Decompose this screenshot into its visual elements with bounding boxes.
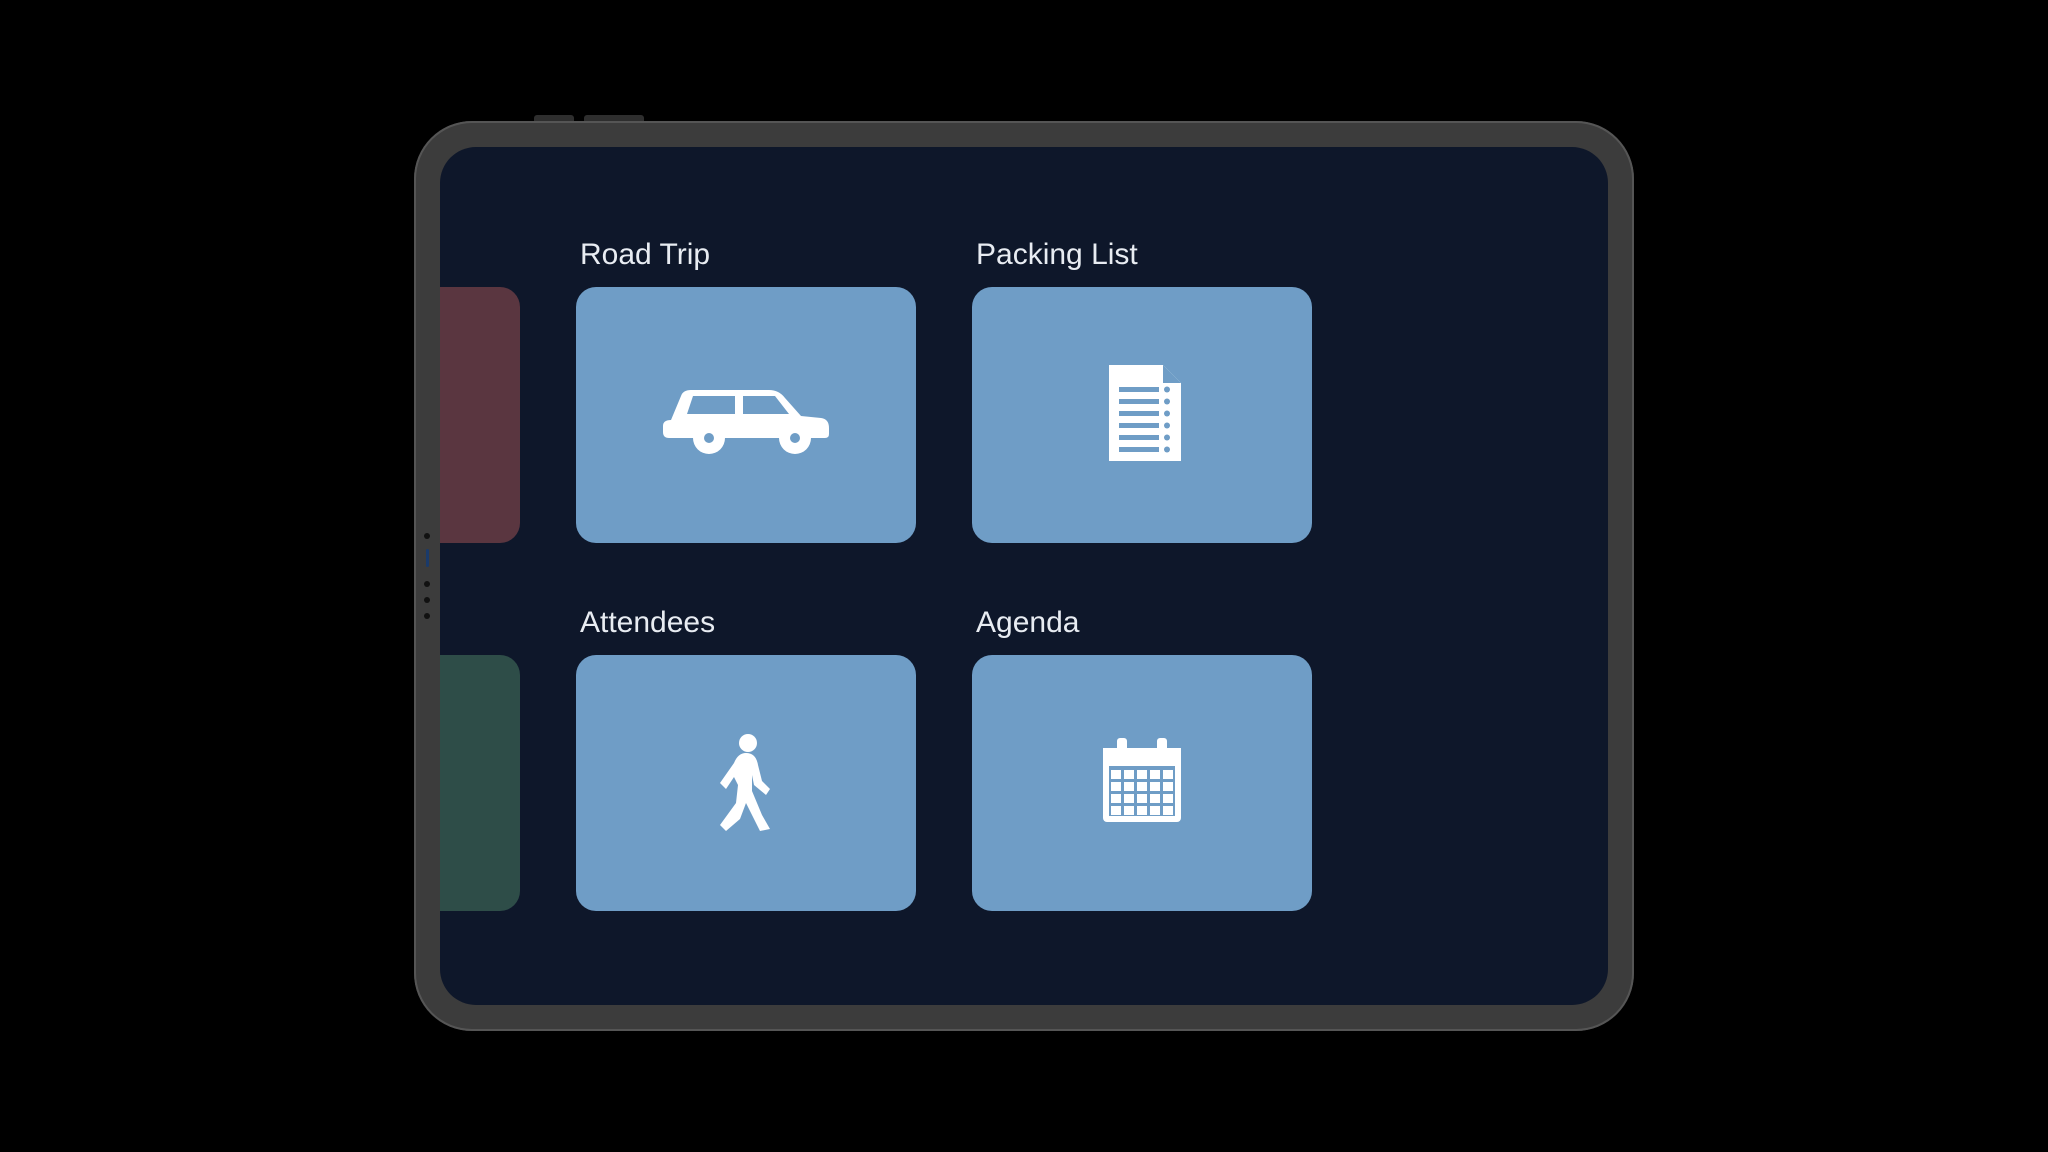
- tile-cell-attendees: Attendees: [576, 605, 916, 911]
- tile-cell-partial-top: [440, 237, 520, 543]
- tile-partial-top[interactable]: [440, 287, 520, 543]
- car-icon: [651, 368, 841, 463]
- tile-label: Packing List: [972, 237, 1312, 273]
- list-icon: [1103, 365, 1181, 466]
- tile-agenda[interactable]: [972, 655, 1312, 911]
- tile-grid: Road Trip: [440, 237, 1312, 911]
- tile-packing-list[interactable]: [972, 287, 1312, 543]
- device-sensors: [424, 533, 430, 619]
- tile-label: Road Trip: [576, 237, 916, 273]
- tile-cell-road-trip: Road Trip: [576, 237, 916, 543]
- tile-road-trip[interactable]: [576, 287, 916, 543]
- tile-label: Attendees: [576, 605, 916, 641]
- tile-cell-packing-list: Packing List: [972, 237, 1312, 543]
- device-button: [584, 115, 644, 121]
- person-icon: [716, 731, 776, 836]
- screen: Road Trip: [440, 147, 1608, 1005]
- tile-cell-agenda: Agenda: [972, 605, 1312, 911]
- ipad-frame: Road Trip: [414, 121, 1634, 1031]
- tile-attendees[interactable]: [576, 655, 916, 911]
- tile-label: Agenda: [972, 605, 1312, 641]
- calendar-icon: [1099, 736, 1185, 831]
- tile-partial-bottom[interactable]: [440, 655, 520, 911]
- tile-cell-partial-bottom: [440, 605, 520, 911]
- device-button: [534, 115, 574, 121]
